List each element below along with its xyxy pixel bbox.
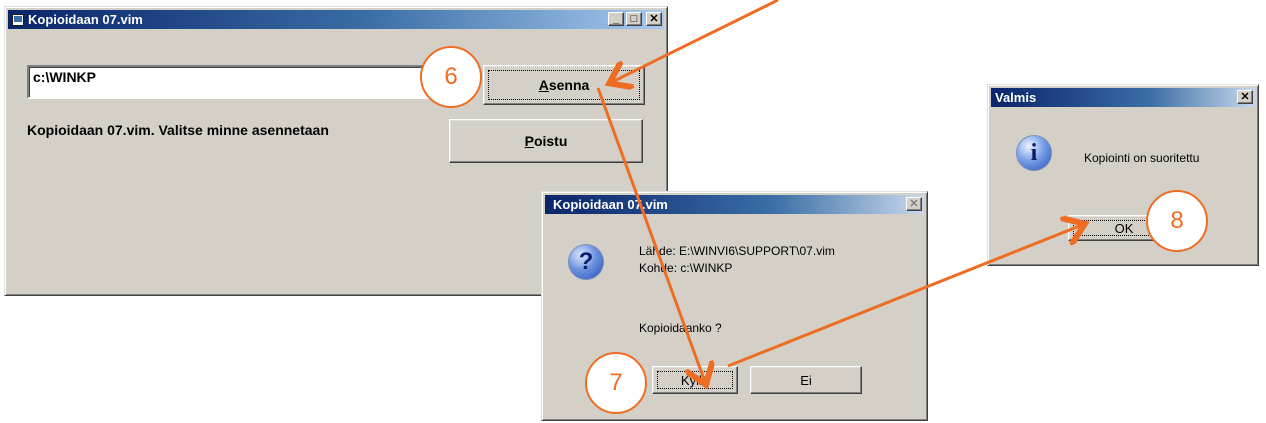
install-button-focus xyxy=(488,70,640,100)
yes-button-focus xyxy=(657,371,733,389)
no-button[interactable]: Ei xyxy=(750,366,862,394)
done-close-button[interactable]: ✕ xyxy=(1237,90,1253,104)
maximize-button[interactable]: □ xyxy=(626,12,642,26)
exit-button[interactable]: Poistu xyxy=(449,119,643,163)
done-dialog-titlebar[interactable]: Valmis ✕ xyxy=(991,88,1255,107)
close-button[interactable]: ✕ xyxy=(646,12,662,26)
install-message: Kopioidaan 07.vim. Valitse minne asennet… xyxy=(27,122,329,138)
question-icon: ? xyxy=(568,244,604,280)
confirm-dialog-title: Kopioidaan 07.vim xyxy=(553,197,668,212)
information-icon: i xyxy=(1016,135,1052,171)
step-7-marker: 7 xyxy=(585,352,647,414)
app-icon xyxy=(12,13,24,26)
exit-button-label: Poistu xyxy=(524,133,568,149)
install-path-input[interactable]: c:\WINKP xyxy=(27,65,453,99)
done-dialog: Valmis ✕ i Kopiointi on suoritettu OK xyxy=(987,84,1259,266)
target-line: Kohde: c:\WINKP xyxy=(639,261,733,275)
confirm-dialog-titlebar[interactable]: Kopioidaan 07.vim ✕ xyxy=(545,195,924,214)
install-button[interactable]: Asenna xyxy=(483,65,645,105)
done-dialog-title: Valmis xyxy=(995,90,1037,105)
step-8-marker: 8 xyxy=(1146,190,1208,252)
main-window-titlebar[interactable]: Kopioidaan 07.vim _ □ ✕ xyxy=(8,10,664,29)
no-button-label: Ei xyxy=(800,372,812,388)
source-line: Lähde: E:\WINVI6\SUPPORT\07.vim xyxy=(639,244,835,258)
confirm-question: Kopioidaanko ? xyxy=(639,321,722,335)
yes-button[interactable]: Kyllä xyxy=(652,366,738,394)
confirm-close-button[interactable]: ✕ xyxy=(906,197,922,211)
step-6-marker: 6 xyxy=(420,46,482,108)
main-window-title: Kopioidaan 07.vim xyxy=(28,12,143,27)
minimize-button[interactable]: _ xyxy=(608,12,624,26)
done-message: Kopiointi on suoritettu xyxy=(1084,151,1200,165)
